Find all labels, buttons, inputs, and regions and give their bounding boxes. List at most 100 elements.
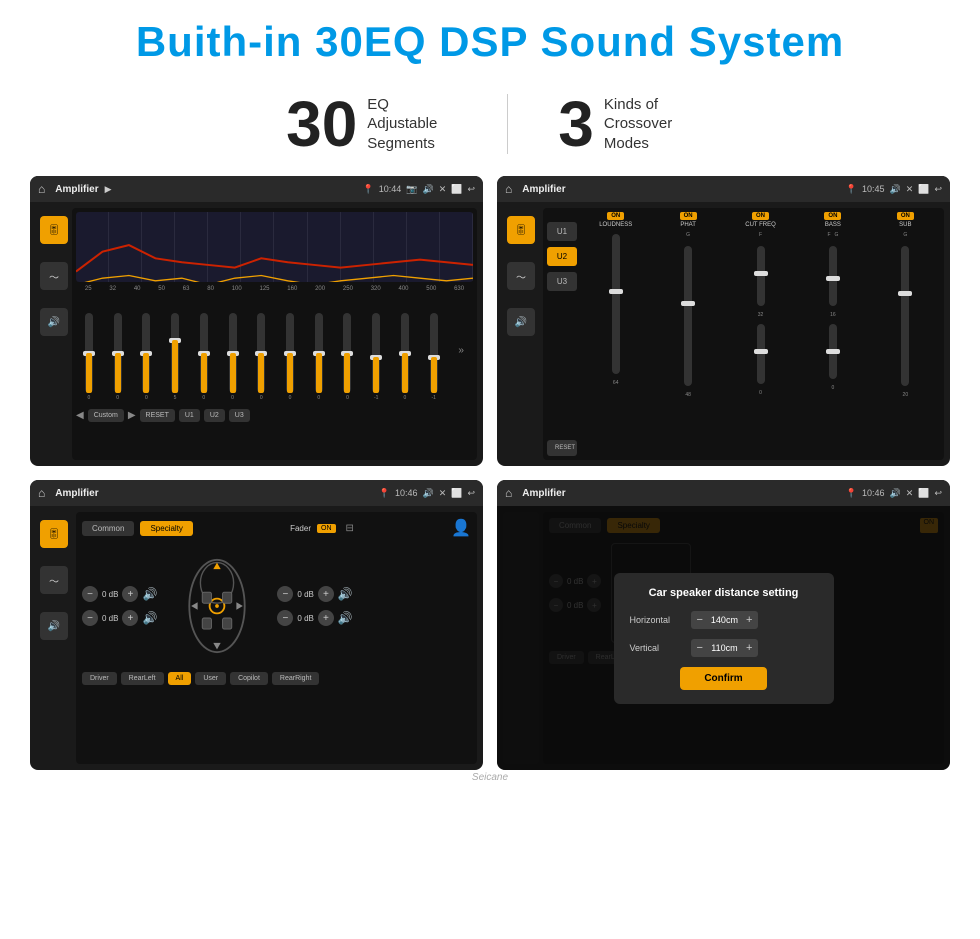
- eq-sidebar-vol[interactable]: 🔊: [40, 308, 68, 336]
- spec-sidebar-vol[interactable]: 🔊: [40, 612, 68, 640]
- spec-sidebar-wave[interactable]: 〜: [40, 566, 68, 594]
- bass-slider1[interactable]: [829, 246, 837, 306]
- avatar-icon: 👤: [451, 518, 471, 538]
- cross-reset[interactable]: RESET: [547, 440, 577, 456]
- home-icon[interactable]: ⌂: [38, 182, 45, 196]
- eq-slider-13[interactable]: -1: [430, 313, 438, 401]
- u1-btn[interactable]: U1: [179, 409, 200, 422]
- eq-slider-4[interactable]: 5: [171, 313, 179, 401]
- back-icon-3: ↩: [467, 488, 475, 499]
- db-plus-2[interactable]: +: [122, 610, 138, 626]
- cross-channels: ON LOUDNESS 64 ON PHAT G 48: [581, 212, 940, 456]
- horizontal-plus[interactable]: +: [746, 614, 752, 626]
- common-tab[interactable]: Common: [82, 521, 134, 536]
- user-btn[interactable]: User: [195, 672, 226, 685]
- vertical-minus[interactable]: −: [697, 642, 703, 654]
- bass-slider2[interactable]: [829, 324, 837, 379]
- vertical-field[interactable]: − 110cm +: [691, 639, 759, 657]
- eq-slider-10[interactable]: 0: [343, 313, 351, 401]
- all-btn[interactable]: All: [168, 672, 192, 685]
- home-icon-3[interactable]: ⌂: [38, 486, 45, 500]
- horizontal-label: Horizontal: [630, 615, 685, 625]
- next-icon[interactable]: ▶: [128, 410, 136, 421]
- eq-slider-1[interactable]: 0: [85, 313, 93, 401]
- cross-u1[interactable]: U1: [547, 222, 577, 241]
- phat-slider[interactable]: [684, 246, 692, 386]
- sub-slider[interactable]: [901, 246, 909, 386]
- db-minus-1[interactable]: −: [82, 586, 98, 602]
- eq-slider-2[interactable]: 0: [114, 313, 122, 401]
- fader-on[interactable]: ON: [317, 524, 336, 533]
- rearright-btn[interactable]: RearRight: [272, 672, 320, 685]
- u3-btn[interactable]: U3: [229, 409, 250, 422]
- eq-sidebar-wave[interactable]: 〜: [40, 262, 68, 290]
- horizontal-field[interactable]: − 140cm +: [691, 611, 759, 629]
- db-minus-3[interactable]: −: [277, 586, 293, 602]
- specialty-tab[interactable]: Specialty: [140, 521, 192, 536]
- dialog-row-vertical: Vertical − 110cm +: [630, 639, 818, 657]
- eq-sidebar-tune[interactable]: 🎚: [40, 216, 68, 244]
- eq-slider-7[interactable]: 0: [257, 313, 265, 401]
- dialog-box: Car speaker distance setting Horizontal …: [614, 573, 834, 704]
- sub-val: 20: [903, 392, 909, 398]
- home-icon-4[interactable]: ⌂: [505, 486, 512, 500]
- stat-eq-label: EQ AdjustableSegments: [367, 95, 457, 154]
- time-spec: 10:46: [395, 488, 418, 498]
- topbar-cross: ⌂ Amplifier 📍 10:45 🔊 ✕ ⬜ ↩: [497, 176, 950, 202]
- stat-crossover-number: 3: [558, 92, 594, 156]
- topbar-icons-spec: 📍 10:46 🔊 ✕ ⬜ ↩: [379, 488, 475, 499]
- cutfreq-slider2[interactable]: [757, 324, 765, 384]
- driver-btn[interactable]: Driver: [82, 672, 117, 685]
- custom-btn[interactable]: Custom: [88, 409, 124, 422]
- cutfreq-slider1[interactable]: [757, 246, 765, 306]
- cross-sidebar: 🎚 〜 🔊: [503, 208, 539, 460]
- confirm-button[interactable]: Confirm: [680, 667, 766, 690]
- sub-on[interactable]: ON: [897, 212, 914, 220]
- db-row-3: − 0 dB + 🔊: [277, 586, 352, 602]
- bass-on[interactable]: ON: [824, 212, 841, 220]
- topbar-dialog: ⌂ Amplifier 📍 10:46 🔊 ✕ ⬜ ↩: [497, 480, 950, 506]
- db-minus-4[interactable]: −: [277, 610, 293, 626]
- db-plus-1[interactable]: +: [122, 586, 138, 602]
- rearleft-btn[interactable]: RearLeft: [121, 672, 164, 685]
- camera-icon: 📷: [406, 184, 417, 195]
- db-minus-2[interactable]: −: [82, 610, 98, 626]
- cutfreq-on[interactable]: ON: [752, 212, 769, 220]
- horizontal-minus[interactable]: −: [697, 614, 703, 626]
- volume-icon-3: 🔊: [422, 488, 433, 499]
- topbar-title-cross: Amplifier: [522, 184, 565, 195]
- u2-btn[interactable]: U2: [204, 409, 225, 422]
- db-plus-3[interactable]: +: [318, 586, 334, 602]
- eq-slider-8[interactable]: 0: [286, 313, 294, 401]
- cross-sidebar-tune[interactable]: 🎚: [507, 216, 535, 244]
- home-icon-2[interactable]: ⌂: [505, 182, 512, 196]
- reset-btn-eq[interactable]: RESET: [140, 409, 175, 422]
- prev-icon[interactable]: ◀: [76, 410, 84, 421]
- window-icon-3: ⬜: [451, 488, 462, 499]
- spec-sidebar-tune[interactable]: 🎚: [40, 520, 68, 548]
- volume-icon-2: 🔊: [889, 184, 900, 195]
- eq-slider-5[interactable]: 0: [200, 313, 208, 401]
- loudness-slider[interactable]: [612, 234, 620, 374]
- eq-slider-6[interactable]: 0: [229, 313, 237, 401]
- eq-slider-12[interactable]: 0: [401, 313, 409, 401]
- cross-u2[interactable]: U2: [547, 247, 577, 266]
- watermark: Seicane: [0, 772, 980, 783]
- loudness-on[interactable]: ON: [607, 212, 624, 220]
- eq-slider-3[interactable]: 0: [142, 313, 150, 401]
- cross-u3[interactable]: U3: [547, 272, 577, 291]
- eq-sidebar: 🎚 〜 🔊: [36, 208, 72, 460]
- spec-right-controls: − 0 dB + 🔊 − 0 dB + 🔊: [277, 586, 352, 626]
- spec-main: Common Specialty Fader ON ⊟ 👤 − 0 dB + 🔊: [76, 512, 477, 764]
- db-plus-4[interactable]: +: [318, 610, 334, 626]
- bass-labels: FG: [827, 232, 838, 238]
- vertical-plus[interactable]: +: [746, 642, 752, 654]
- eq-slider-11[interactable]: -1: [372, 313, 380, 401]
- cross-sidebar-vol[interactable]: 🔊: [507, 308, 535, 336]
- phat-on[interactable]: ON: [680, 212, 697, 220]
- copilot-btn[interactable]: Copilot: [230, 672, 268, 685]
- spec-bottom-btns: Driver RearLeft All User Copilot RearRig…: [82, 672, 471, 685]
- phat-g: G: [686, 232, 690, 238]
- eq-slider-9[interactable]: 0: [315, 313, 323, 401]
- cross-sidebar-wave[interactable]: 〜: [507, 262, 535, 290]
